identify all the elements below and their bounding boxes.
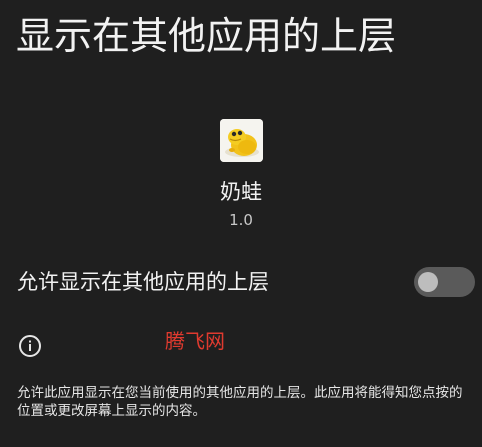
permission-label: 允许显示在其他应用的上层 (17, 270, 269, 294)
info-icon (18, 334, 42, 358)
permission-toggle-row[interactable]: 允许显示在其他应用的上层 (0, 258, 482, 306)
permission-description: 允许此应用显示在您当前使用的其他应用的上层。此应用将能得知您点按的位置或更改屏幕… (17, 385, 463, 419)
watermark: 腾飞网 (165, 329, 225, 353)
switch-thumb (418, 272, 438, 292)
permission-switch[interactable] (414, 267, 475, 297)
app-name: 奶蛙 (220, 180, 262, 204)
yellow-frog-icon (220, 119, 263, 162)
page-title: 显示在其他应用的上层 (16, 14, 397, 58)
app-version: 1.0 (229, 211, 253, 229)
